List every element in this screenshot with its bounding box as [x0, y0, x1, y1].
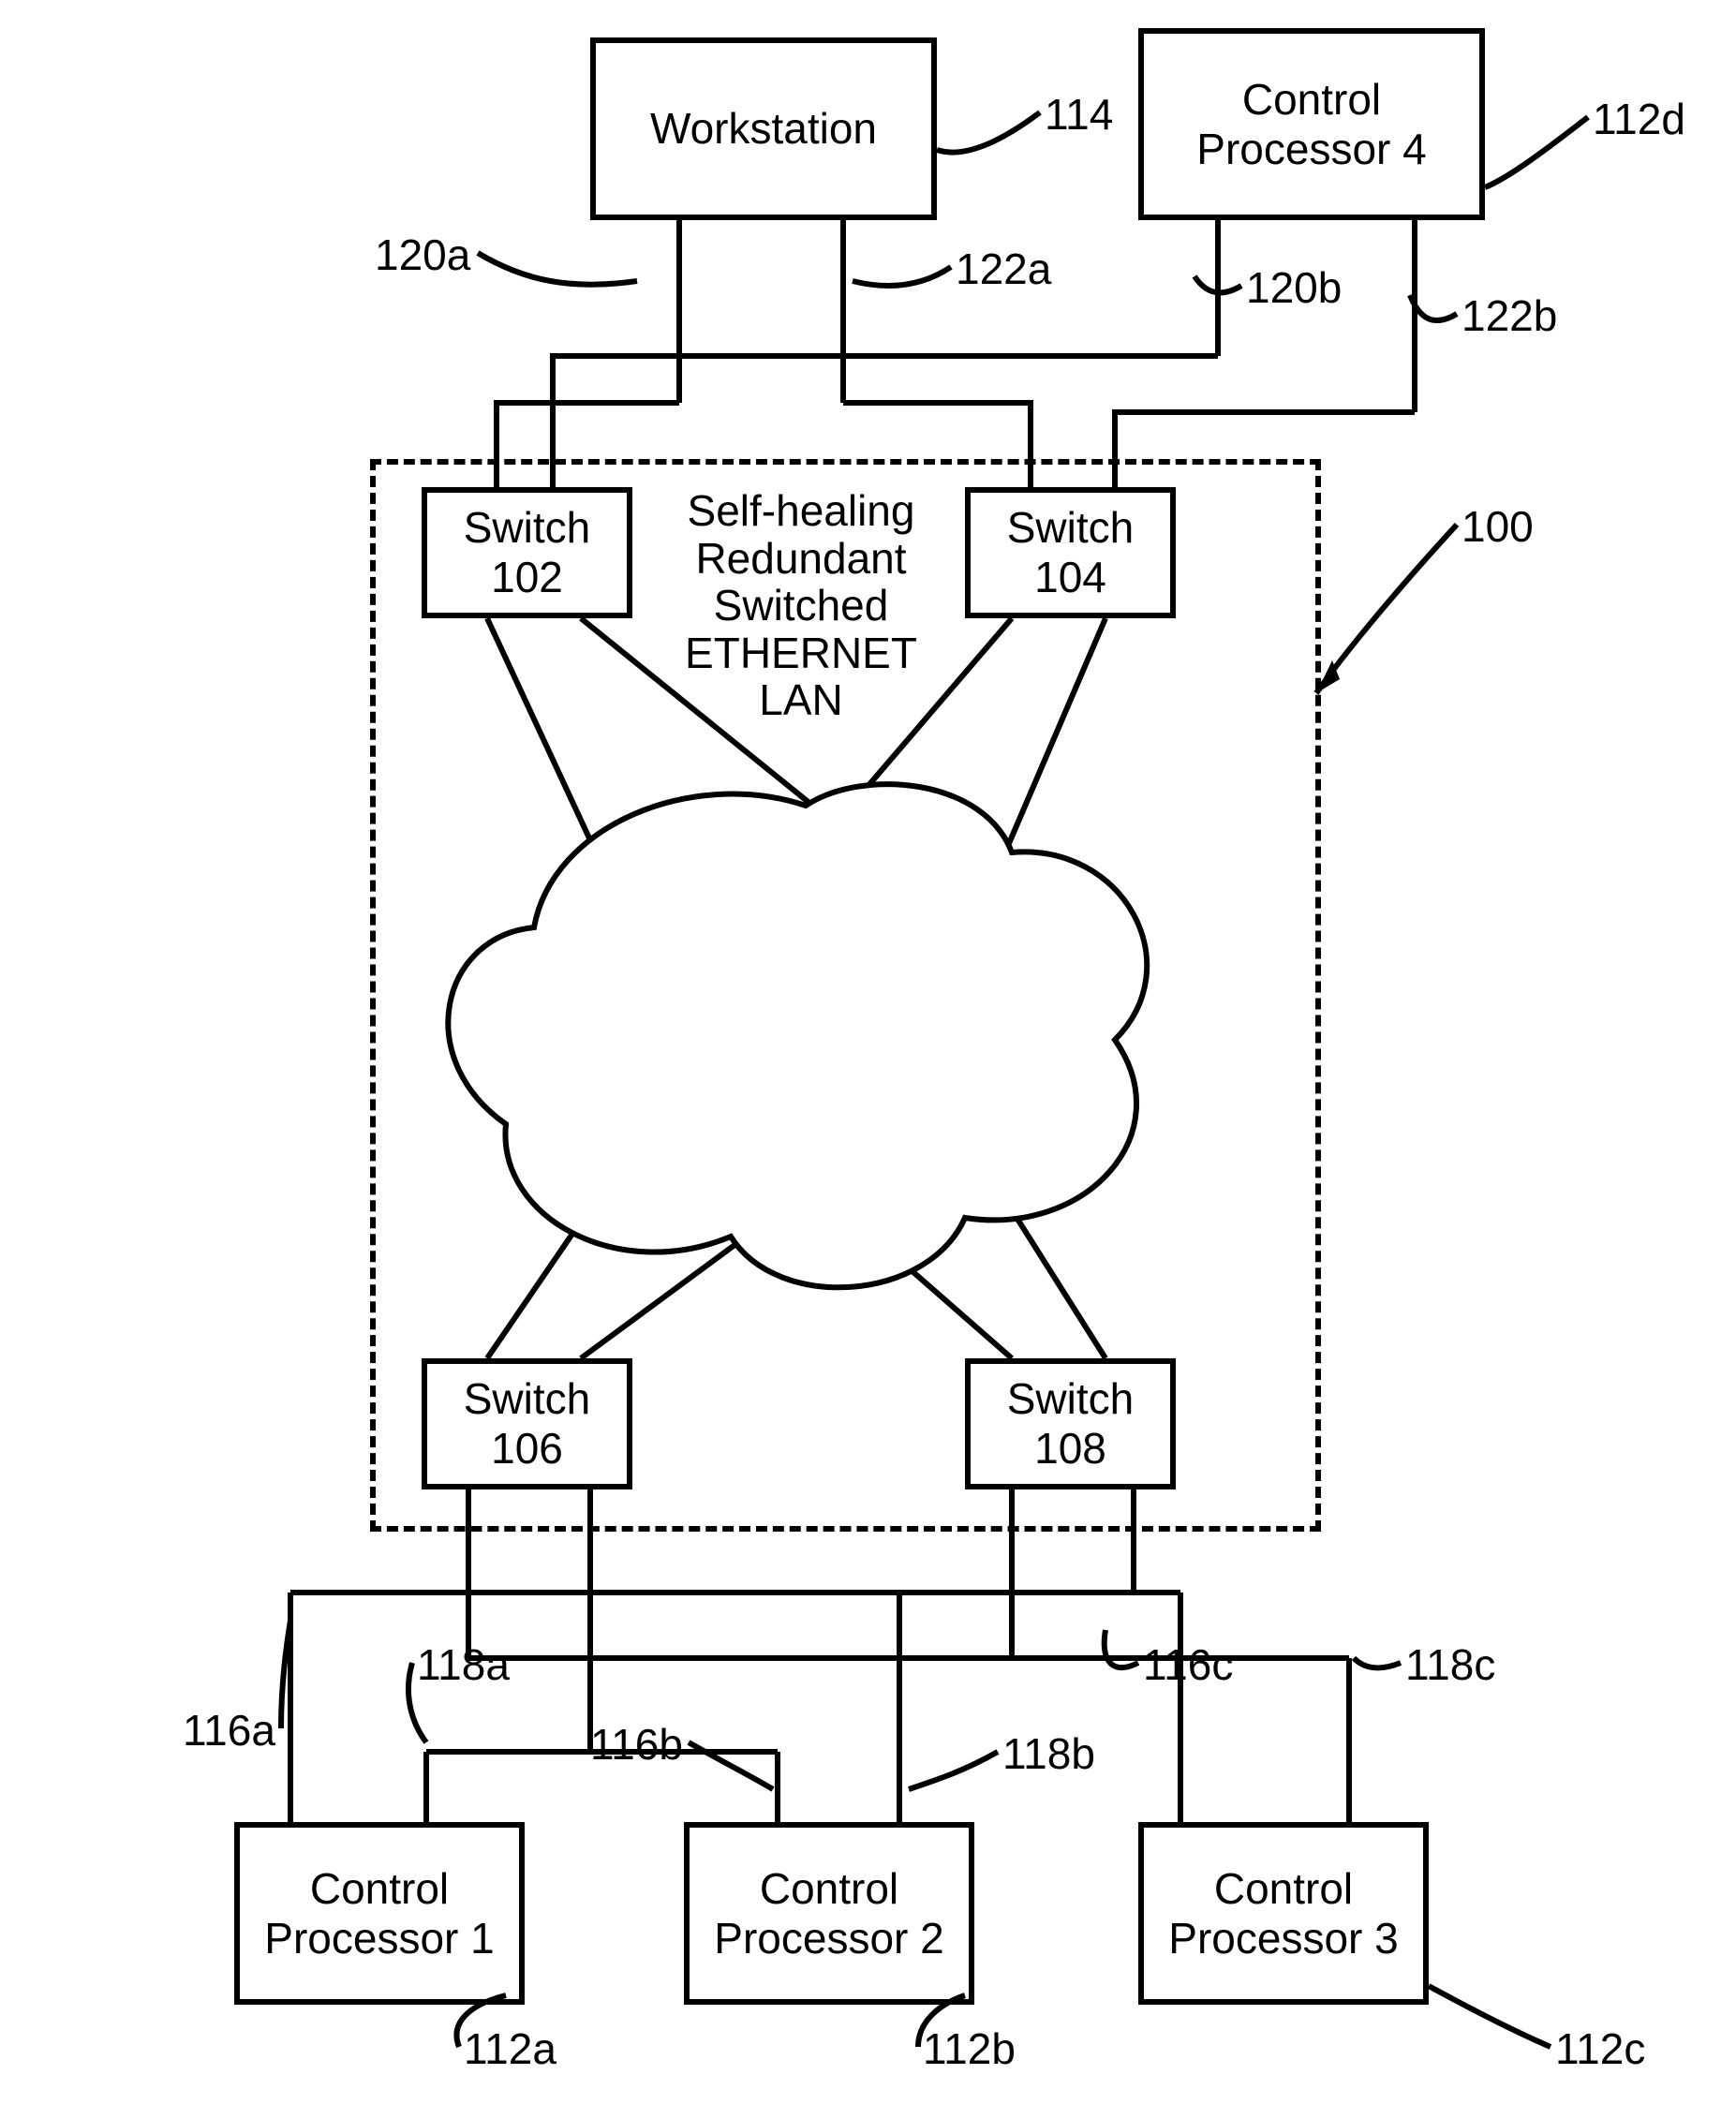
diagram-canvas: Workstation Control Processor 4 Switch 1… — [0, 0, 1736, 2104]
wire-layer — [0, 0, 1736, 2104]
